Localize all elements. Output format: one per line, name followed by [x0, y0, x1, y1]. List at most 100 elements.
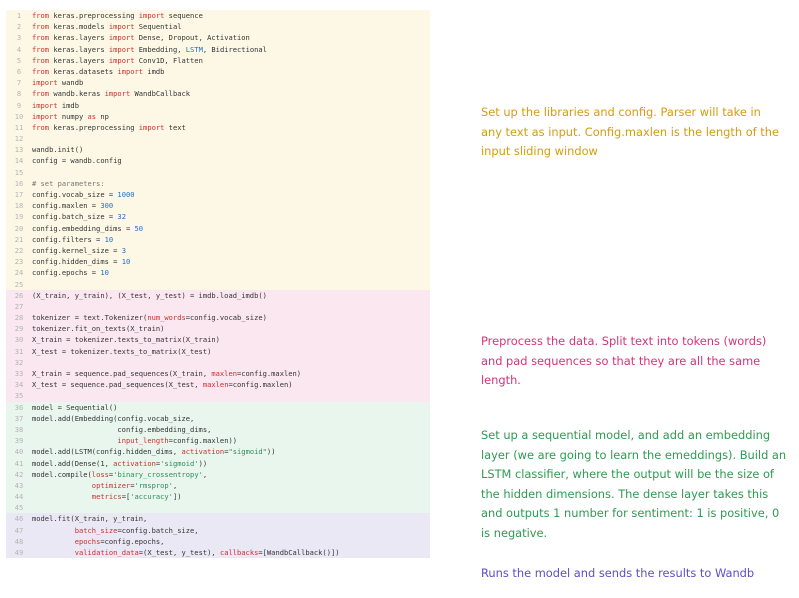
code-token: keras.layers: [49, 44, 109, 54]
code-token: import: [108, 55, 135, 65]
code-text: batch_size=config.batch_size,: [32, 525, 199, 536]
code-token: callbacks: [219, 548, 259, 557]
code-token: as: [87, 111, 97, 121]
code-token: model.add(LSTM(config.hidden_dims,: [32, 447, 182, 457]
code-token: 'accuracy': [130, 492, 173, 502]
line-number: 31: [14, 346, 24, 356]
code-token: keras.models: [49, 22, 109, 32]
code-token: model.add(Dense(1,: [32, 458, 114, 468]
code-token: Dense, Dropout, Activation: [134, 33, 250, 43]
code-token: =config.maxlen): [237, 369, 302, 378]
line-number: 26: [14, 290, 24, 300]
code-token: 32: [117, 212, 126, 222]
code-line: 45: [6, 502, 430, 513]
code-token: # set parameters:: [32, 178, 105, 188]
code-token: import: [32, 100, 58, 110]
code-text: X_test = sequence.pad_sequences(X_test, …: [32, 379, 293, 390]
code-text: (X_train, y_train), (X_test, y_test) = i…: [32, 290, 267, 301]
code-token: 10: [104, 234, 114, 244]
code-token: WandbCallback: [130, 89, 191, 99]
line-number: 3: [16, 33, 22, 43]
code-token: import: [104, 89, 131, 99]
code-token: =(X_test, y_test),: [138, 548, 220, 557]
code-token: X_train = tokenizer.texts_to_matrix(X_tr…: [32, 335, 220, 345]
code-line: 1 from keras.preprocessing import sequenc…: [6, 10, 430, 21]
code-line: 38 config.embedding_dims,: [6, 424, 430, 435]
code-token: model.add(Embedding(config.vocab_size,: [32, 413, 195, 423]
line-number: 48: [14, 536, 24, 546]
code-token: , Bidirectional: [202, 44, 267, 54]
code-token: keras.preprocessing: [49, 11, 139, 20]
line-number: 24: [14, 268, 24, 278]
code-line: 11 from keras.preprocessing import text: [6, 122, 430, 133]
code-token: =[WandbCallback()]): [258, 548, 340, 557]
code-token: wandb.keras: [49, 89, 105, 99]
line-number: 22: [14, 245, 24, 255]
code-line: 22 config.kernel_size = 3: [6, 245, 430, 256]
code-text: tokenizer.fit_on_texts(X_train): [32, 323, 164, 334]
code-token: text: [164, 122, 186, 132]
line-number: 45: [14, 503, 24, 513]
line-number: 49: [14, 548, 24, 557]
code-token: activation: [181, 447, 225, 457]
code-token: import: [138, 122, 165, 132]
code-token: numpy: [57, 111, 88, 121]
code-line: 9 import imdb: [6, 100, 430, 111]
line-number: 21: [14, 234, 24, 244]
code-text: optimizer='rmsprop',: [32, 480, 177, 491]
line-number: 11: [14, 122, 24, 132]
code-token: =config.maxlen): [228, 380, 293, 390]
code-line: 20 config.embedding_dims = 50: [6, 223, 430, 234]
code-line: 33 X_train = sequence.pad_sequences(X_tra…: [6, 368, 430, 379]
code-token: from: [32, 122, 50, 132]
code-text: config.batch_size = 32: [32, 211, 126, 222]
code-token: from: [32, 89, 50, 99]
code-line: 36 model = Sequential(): [6, 402, 430, 413]
code-token: (X_train, y_train), (X_test, y_test) = i…: [32, 290, 267, 300]
line-number: 16: [14, 178, 24, 188]
code-text: model.add(Dense(1, activation='sigmoid')…: [32, 458, 207, 469]
code-line: 4 from keras.layers import Embedding, LST…: [6, 44, 430, 55]
code-token: from: [32, 44, 50, 54]
code-text: X_train = tokenizer.texts_to_matrix(X_tr…: [32, 334, 220, 345]
code-block-model: 36 model = Sequential() 37 model.add(Embedd…: [6, 401, 430, 514]
code-panel: 1 from keras.preprocessing import sequenc…: [6, 10, 430, 559]
code-text: # set parameters:: [32, 178, 105, 189]
code-line: 27: [6, 301, 430, 312]
code-token: config.maxlen =: [32, 201, 101, 211]
code-token: wandb.init(): [32, 145, 84, 155]
code-token: keras.datasets: [49, 66, 118, 76]
code-text: metrics=['accuracy']): [32, 491, 182, 502]
code-text: import numpy as np: [32, 111, 109, 122]
code-text: input_length=config.maxlen)): [32, 435, 237, 446]
code-line: 6 from keras.datasets import imdb: [6, 66, 430, 77]
code-token: config.embedding_dims =: [32, 223, 135, 233]
code-line: 47 batch_size=config.batch_size,: [6, 525, 430, 536]
code-token: X_train = sequence.pad_sequences(X_train…: [32, 369, 212, 378]
code-line: 28 tokenizer = text.Tokenizer(num_words=c…: [6, 312, 430, 323]
code-token: =[: [121, 492, 131, 502]
code-token: import: [138, 11, 165, 20]
code-line: 10 import numpy as np: [6, 111, 430, 122]
code-line: 5 from keras.layers import Conv1D, Flatte…: [6, 55, 430, 66]
code-token: from: [32, 66, 50, 76]
code-token: import: [108, 22, 135, 32]
code-text: epochs=config.epochs,: [32, 536, 165, 547]
line-number: 18: [14, 201, 24, 211]
code-token: =config.batch_size,: [117, 525, 199, 535]
code-token: maxlen: [202, 380, 229, 390]
code-token: 10: [121, 257, 131, 267]
code-token: "sigmoid": [228, 447, 267, 457]
line-number: 40: [14, 447, 24, 457]
code-text: from keras.layers import Dense, Dropout,…: [32, 32, 250, 43]
code-token: config.vocab_size =: [32, 190, 118, 199]
code-token: from: [32, 33, 50, 43]
code-text: config.embedding_dims,: [32, 424, 211, 435]
code-token: config.batch_size =: [32, 212, 118, 222]
code-line: 29 tokenizer.fit_on_texts(X_train): [6, 323, 430, 334]
code-text: config.filters = 10: [32, 234, 113, 245]
code-token: LSTM: [185, 44, 203, 54]
code-token: Conv1D, Flatten: [134, 55, 203, 65]
code-token: import: [32, 111, 58, 121]
